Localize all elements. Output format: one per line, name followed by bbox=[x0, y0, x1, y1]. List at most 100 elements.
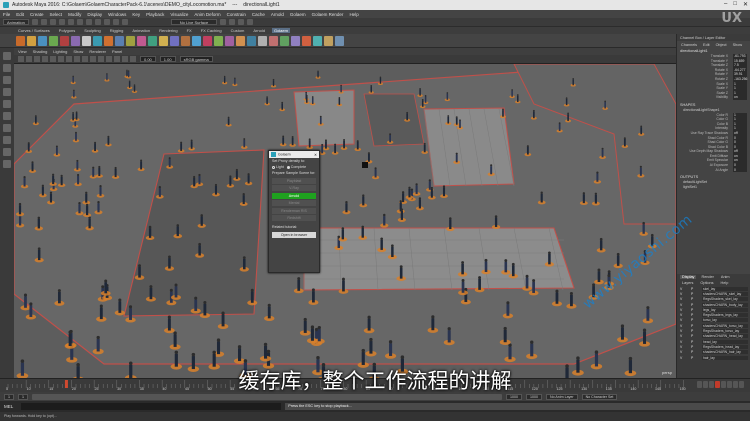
snap-grid-icon[interactable] bbox=[103, 19, 110, 25]
layer-playback-toggle[interactable]: P bbox=[691, 340, 699, 344]
shelf-tab-fx-caching[interactable]: FX Caching bbox=[199, 28, 224, 33]
layout-single-icon[interactable] bbox=[3, 136, 11, 144]
golaem-shelf-tool-4-icon[interactable] bbox=[49, 35, 58, 46]
maximize-button[interactable]: □ bbox=[733, 1, 737, 8]
exposure-field[interactable]: 0.00 bbox=[140, 56, 156, 62]
open-in-browser-button[interactable]: Open in browser bbox=[272, 231, 316, 238]
layer-visibility-toggle[interactable]: V bbox=[680, 292, 688, 296]
golaem-shelf-tool-8-icon[interactable] bbox=[93, 35, 102, 46]
new-scene-icon[interactable] bbox=[31, 19, 38, 25]
layer-playback-toggle[interactable]: P bbox=[691, 318, 699, 322]
golaem-shelf-tool-11-icon[interactable] bbox=[126, 35, 135, 46]
menu-visualize[interactable]: Visualize bbox=[170, 12, 188, 17]
golaem-shelf-tool-10-icon[interactable] bbox=[115, 35, 124, 46]
close-button[interactable]: ✕ bbox=[743, 1, 748, 8]
camera-attr-icon[interactable] bbox=[26, 56, 32, 62]
snap-curve-icon[interactable] bbox=[112, 19, 119, 25]
layer-row[interactable]: V P RegsShaders_legs_lay bbox=[677, 312, 750, 318]
shelf-tab-sculpting[interactable]: Sculpting bbox=[82, 28, 102, 33]
minimize-button[interactable]: – bbox=[724, 1, 727, 8]
lights-icon[interactable] bbox=[98, 56, 104, 62]
golaem-shelf-tool-21-icon[interactable] bbox=[236, 35, 245, 46]
resolution-gate-icon[interactable] bbox=[66, 56, 72, 62]
layer-playback-toggle[interactable]: P bbox=[691, 313, 699, 317]
isolate-select-icon[interactable] bbox=[122, 56, 128, 62]
layer-playback-toggle[interactable]: P bbox=[691, 303, 699, 307]
shelf-tab-polygons[interactable]: Polygons bbox=[57, 28, 77, 33]
layer-playback-toggle[interactable]: P bbox=[691, 350, 699, 354]
golaem-shelf-tool-18-icon[interactable] bbox=[203, 35, 212, 46]
last-tool-icon[interactable] bbox=[3, 124, 11, 132]
mental-button[interactable]: Mental bbox=[272, 200, 316, 206]
menu-help[interactable]: Help bbox=[349, 12, 358, 17]
layer-row[interactable]: V PshadersCHARN_skel_lay bbox=[677, 291, 750, 296]
menu-golaem[interactable]: Golaem bbox=[290, 12, 306, 17]
golaem-shelf-tool-12-icon[interactable] bbox=[137, 35, 146, 46]
hypershade-icon[interactable] bbox=[247, 19, 254, 25]
layer-tab-display[interactable]: Display bbox=[680, 275, 697, 279]
snap-point-icon[interactable] bbox=[121, 19, 128, 25]
color-space-dropdown[interactable]: sRGB gamma bbox=[179, 56, 213, 62]
layer-visibility-toggle[interactable]: V bbox=[680, 287, 688, 291]
golaem-shelf-tool-7-icon[interactable] bbox=[82, 35, 91, 46]
redshift-button[interactable]: Redshift bbox=[272, 215, 316, 221]
menu-select[interactable]: Select bbox=[50, 12, 63, 17]
layer-row[interactable]: V Ptorso_lay bbox=[677, 318, 750, 323]
layer-menu-layers[interactable]: Layers bbox=[680, 281, 695, 285]
layer-playback-toggle[interactable]: P bbox=[691, 292, 699, 296]
layer-tab-render[interactable]: Render bbox=[699, 275, 715, 279]
grid-toggle-icon[interactable] bbox=[50, 56, 56, 62]
dialog-close-button[interactable]: ✕ bbox=[314, 153, 317, 157]
command-language-label[interactable]: MEL bbox=[4, 404, 13, 409]
bookmark-icon[interactable] bbox=[34, 56, 40, 62]
menu-file[interactable]: File bbox=[3, 12, 10, 17]
shelf-tab-golaem[interactable]: Golaem bbox=[271, 28, 290, 33]
layer-row[interactable]: V Phair_lay bbox=[677, 355, 750, 360]
select-object-icon[interactable] bbox=[85, 19, 92, 25]
layer-visibility-toggle[interactable]: V bbox=[680, 340, 688, 344]
golaem-shelf-tool-27-icon[interactable] bbox=[302, 35, 311, 46]
layer-row[interactable]: V P RegsShaders_skel_lay bbox=[677, 297, 750, 302]
shelf-tab-rigging[interactable]: Rigging bbox=[108, 28, 126, 33]
golaem-shelf-tool-23-icon[interactable] bbox=[258, 35, 267, 46]
render-settings-icon[interactable] bbox=[238, 19, 245, 25]
golaem-shelf-tool-1-icon[interactable] bbox=[16, 35, 25, 46]
output-node[interactable]: lightSet1 bbox=[677, 185, 750, 190]
layout-outliner-icon[interactable] bbox=[3, 160, 11, 168]
viewport-menu-view[interactable]: View bbox=[18, 49, 27, 54]
move-tool-icon[interactable] bbox=[3, 88, 11, 96]
layer-row[interactable]: V Pskel_lay bbox=[677, 286, 750, 291]
undo-icon[interactable] bbox=[58, 19, 65, 25]
layer-menu-options[interactable]: Options bbox=[698, 281, 715, 285]
layer-visibility-toggle[interactable]: V bbox=[680, 318, 688, 322]
layer-visibility-toggle[interactable]: V bbox=[680, 324, 688, 328]
golaem-shelf-tool-30-icon[interactable] bbox=[335, 35, 344, 46]
layer-visibility-toggle[interactable]: V bbox=[680, 329, 688, 333]
layer-row[interactable]: V P RegsShaders_torso_lay bbox=[677, 328, 750, 334]
viewport-menu-panel[interactable]: Panel bbox=[112, 49, 122, 54]
channel-value-field[interactable]: on bbox=[733, 95, 747, 100]
layer-visibility-toggle[interactable]: V bbox=[680, 297, 688, 301]
layer-visibility-toggle[interactable]: V bbox=[680, 350, 688, 354]
viewport-menu-renderer[interactable]: Renderer bbox=[89, 49, 106, 54]
golaem-shelf-tool-20-icon[interactable] bbox=[225, 35, 234, 46]
shelf-tab-fx[interactable]: FX bbox=[185, 28, 194, 33]
ambient-occlusion-icon[interactable] bbox=[114, 56, 120, 62]
textured-icon[interactable] bbox=[90, 56, 96, 62]
layer-menu-help[interactable]: Help bbox=[719, 281, 731, 285]
layer-row[interactable]: V PshadersCHARN_body_lay bbox=[677, 302, 750, 307]
layer-playback-toggle[interactable]: P bbox=[691, 287, 699, 291]
golaem-shelf-tool-22-icon[interactable] bbox=[247, 35, 256, 46]
shelf-tab-animation[interactable]: Animation bbox=[130, 28, 152, 33]
layer-row[interactable]: V Plegs_lay bbox=[677, 307, 750, 312]
menu-create[interactable]: Create bbox=[30, 12, 44, 17]
golaem-shelf-tool-17-icon[interactable] bbox=[192, 35, 201, 46]
complete-radio[interactable] bbox=[286, 165, 290, 169]
shelf-tab-curves-surfaces[interactable]: Curves / Surfaces bbox=[16, 28, 52, 33]
layer-row[interactable]: V PshadersCHARN_torso_lay bbox=[677, 323, 750, 328]
shelf-tab-rendering[interactable]: Rendering bbox=[157, 28, 179, 33]
select-component-icon[interactable] bbox=[94, 19, 101, 25]
channel-menu-edit[interactable]: Edit bbox=[703, 43, 710, 47]
viewport-menu-lighting[interactable]: Lighting bbox=[53, 49, 67, 54]
menu-edit[interactable]: Edit bbox=[16, 12, 24, 17]
